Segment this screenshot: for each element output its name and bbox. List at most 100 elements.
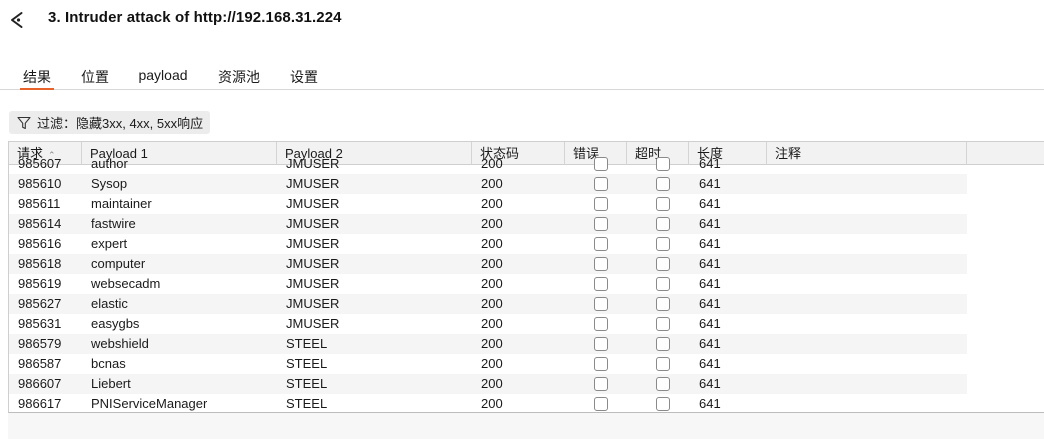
cell-status: 200 (481, 396, 503, 411)
error-checkbox (594, 217, 608, 231)
cell-payload1: PNIServiceManager (91, 396, 208, 411)
cell-length: 641 (699, 156, 721, 171)
table-row[interactable]: 986607 Liebert STEEL 200 641 (9, 374, 967, 394)
cell-payload2: STEEL (286, 396, 328, 411)
cell-request: 986579 (18, 336, 62, 351)
error-checkbox (594, 357, 608, 371)
error-checkbox (594, 237, 608, 251)
cell-payload2: JMUSER (286, 296, 340, 311)
timeout-checkbox (656, 177, 670, 191)
cell-length: 641 (699, 396, 721, 411)
cell-payload1: expert (91, 236, 128, 251)
table-row[interactable]: 986617 PNIServiceManager STEEL 200 641 (9, 394, 967, 412)
table-row[interactable]: 985618 computer JMUSER 200 641 (9, 254, 967, 274)
tab-results[interactable]: 结果 (20, 67, 54, 90)
timeout-checkbox (656, 357, 670, 371)
tab-resource-pool[interactable]: 资源池 (218, 67, 260, 89)
cell-payload2: JMUSER (286, 316, 340, 331)
cell-request: 986587 (18, 356, 62, 371)
timeout-checkbox (656, 297, 670, 311)
timeout-checkbox (656, 397, 670, 411)
cell-payload2: JMUSER (286, 156, 340, 171)
table-row[interactable]: 985619 websecadm JMUSER 200 641 (9, 274, 967, 294)
window-title: 3. Intruder attack of http://192.168.31.… (48, 9, 342, 26)
timeout-checkbox (656, 257, 670, 271)
cell-status: 200 (481, 336, 503, 351)
table-row[interactable]: 986579 webshield STEEL 200 641 (9, 334, 967, 354)
cell-request: 985618 (18, 256, 62, 271)
cell-payload1: easygbs (91, 316, 140, 331)
cell-payload2: JMUSER (286, 276, 340, 291)
back-arrow-icon[interactable] (8, 10, 28, 30)
cell-length: 641 (699, 216, 721, 231)
cell-payload1: bcnas (91, 356, 126, 371)
cell-request: 985616 (18, 236, 62, 251)
cell-payload1: maintainer (91, 196, 152, 211)
filter-bar[interactable]: 过滤：隐藏3xx, 4xx, 5xx响应 (9, 111, 211, 134)
cell-length: 641 (699, 356, 721, 371)
cell-status: 200 (481, 236, 503, 251)
table-row[interactable]: 986587 bcnas STEEL 200 641 (9, 354, 967, 374)
cell-length: 641 (699, 276, 721, 291)
cell-status: 200 (481, 276, 503, 291)
timeout-checkbox (656, 277, 670, 291)
cell-status: 200 (481, 176, 503, 191)
cell-request: 985611 (18, 196, 61, 211)
tab-settings[interactable]: 设置 (290, 67, 318, 89)
cell-payload1: webshield (91, 336, 149, 351)
table-row[interactable]: 985631 easygbs JMUSER 200 641 (9, 314, 967, 334)
cell-request: 985619 (18, 276, 62, 291)
error-checkbox (594, 377, 608, 391)
cell-payload2: JMUSER (286, 216, 340, 231)
cell-request: 985627 (18, 296, 62, 311)
cell-payload1: websecadm (91, 276, 161, 291)
cell-request: 986607 (18, 376, 62, 391)
timeout-checkbox (656, 337, 670, 351)
cell-status: 200 (481, 156, 503, 171)
cell-payload2: STEEL (286, 336, 328, 351)
cell-length: 641 (699, 256, 721, 271)
error-checkbox (594, 257, 608, 271)
table-row[interactable]: 985607 author JMUSER 200 641 (9, 154, 967, 174)
cell-payload1: elastic (91, 296, 128, 311)
cell-payload1: author (91, 156, 128, 171)
table-row[interactable]: 985611 maintainer JMUSER 200 641 (9, 194, 967, 214)
cell-status: 200 (481, 196, 503, 211)
cell-length: 641 (699, 176, 721, 191)
error-checkbox (594, 317, 608, 331)
cell-request: 985607 (18, 156, 62, 171)
cell-payload2: STEEL (286, 376, 328, 391)
cell-status: 200 (481, 296, 503, 311)
filter-label: 过滤：隐藏3xx, 4xx, 5xx响应 (37, 116, 204, 131)
table-row[interactable]: 985627 elastic JMUSER 200 641 (9, 294, 967, 314)
cell-payload1: Sysop (91, 176, 128, 191)
cell-length: 641 (699, 296, 721, 311)
tab-positions[interactable]: 位置 (81, 67, 109, 89)
cell-request: 985610 (18, 176, 62, 191)
cell-status: 200 (481, 316, 503, 331)
bottom-panel (8, 413, 1044, 439)
cell-request: 985631 (18, 316, 62, 331)
table-row[interactable]: 985610 Sysop JMUSER 200 641 (9, 174, 967, 194)
cell-payload1: Liebert (91, 376, 131, 391)
error-checkbox (594, 157, 608, 171)
timeout-checkbox (656, 217, 670, 231)
cell-payload1: computer (91, 256, 146, 271)
error-checkbox (594, 197, 608, 211)
cell-status: 200 (481, 376, 503, 391)
cell-length: 641 (699, 196, 721, 211)
timeout-checkbox (656, 317, 670, 331)
cell-length: 641 (699, 236, 721, 251)
filter-icon (17, 116, 31, 129)
cell-payload2: JMUSER (286, 236, 340, 251)
timeout-checkbox (656, 377, 670, 391)
cell-payload2: JMUSER (286, 196, 340, 211)
timeout-checkbox (656, 237, 670, 251)
cell-length: 641 (699, 376, 721, 391)
cell-payload2: STEEL (286, 356, 328, 371)
results-table: 请求 ⌃ Payload 1 Payload 2 状态码 错误 超时 长度 注释 … (8, 141, 1044, 413)
table-row[interactable]: 985614 fastwire JMUSER 200 641 (9, 214, 967, 234)
tab-payloads[interactable]: payload (138, 67, 188, 89)
table-row[interactable]: 985616 expert JMUSER 200 641 (9, 234, 967, 254)
cell-length: 641 (699, 336, 721, 351)
